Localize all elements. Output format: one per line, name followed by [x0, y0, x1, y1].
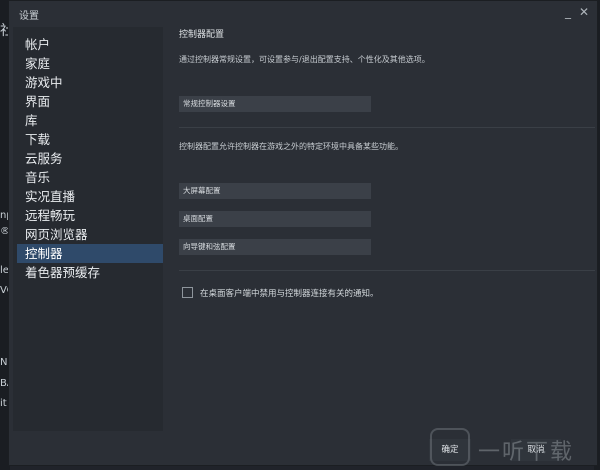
minimize-button[interactable]: _	[565, 5, 571, 19]
sidebar-item-downloads[interactable]: 下载	[17, 130, 163, 149]
watermark-logo-icon	[430, 428, 470, 466]
desktop-config-button[interactable]: 桌面配置	[179, 211, 371, 227]
config-description: 控制器配置允许控制器在游戏之外的特定环境中具备某些功能。	[179, 142, 403, 151]
checkbox-label: 在桌面客户端中禁用与控制器连接有关的通知。	[200, 289, 379, 299]
section-title: 控制器配置	[179, 30, 225, 40]
close-button[interactable]: ✕	[579, 5, 589, 19]
divider	[179, 127, 595, 128]
sidebar-item-interface[interactable]: 界面	[17, 92, 163, 111]
watermark: 一听下载	[430, 428, 590, 466]
general-controller-settings-button[interactable]: 常规控制器设置	[179, 96, 371, 112]
sidebar-item-family[interactable]: 家庭	[17, 54, 163, 73]
watermark-text: 一听下载	[478, 440, 575, 465]
sidebar-item-in-game[interactable]: 游戏中	[17, 73, 163, 92]
sidebar-item-broadcasting[interactable]: 实况直播	[17, 187, 163, 206]
guide-chord-config-button[interactable]: 向导键和弦配置	[179, 239, 371, 255]
window-title: 设置	[19, 11, 39, 22]
disable-notifications-checkbox[interactable]	[182, 287, 193, 298]
sidebar-item-remote-play[interactable]: 远程畅玩	[17, 206, 163, 225]
title-bar[interactable]: 设置 _ ✕	[9, 1, 597, 25]
sidebar-item-web-browser[interactable]: 网页浏览器	[17, 225, 163, 244]
sidebar-item-shader-precache[interactable]: 着色器预缓存	[17, 263, 163, 282]
big-picture-config-button[interactable]: 大屏幕配置	[179, 183, 371, 199]
sidebar-item-account[interactable]: 帐户	[17, 35, 163, 54]
sidebar-item-library[interactable]: 库	[17, 111, 163, 130]
general-description: 通过控制器常规设置，可设置参与/退出配置支持、个性化及其他选项。	[179, 55, 430, 64]
sidebar-item-cloud[interactable]: 云服务	[17, 149, 163, 168]
settings-window: 设置 _ ✕ 帐户 家庭 游戏中 界面 库 下载 云服务 音乐 实况直播 远程畅…	[8, 0, 598, 466]
background-text: N	[0, 357, 8, 368]
divider	[179, 270, 595, 271]
background-text: it	[0, 398, 7, 409]
settings-sidebar: 帐户 家庭 游戏中 界面 库 下载 云服务 音乐 实况直播 远程畅玩 网页浏览器…	[13, 27, 163, 431]
sidebar-item-controller[interactable]: 控制器	[17, 244, 163, 263]
controller-settings-panel: 控制器配置 通过控制器常规设置，可设置参与/退出配置支持、个性化及其他选项。 常…	[179, 27, 595, 437]
sidebar-item-music[interactable]: 音乐	[17, 168, 163, 187]
